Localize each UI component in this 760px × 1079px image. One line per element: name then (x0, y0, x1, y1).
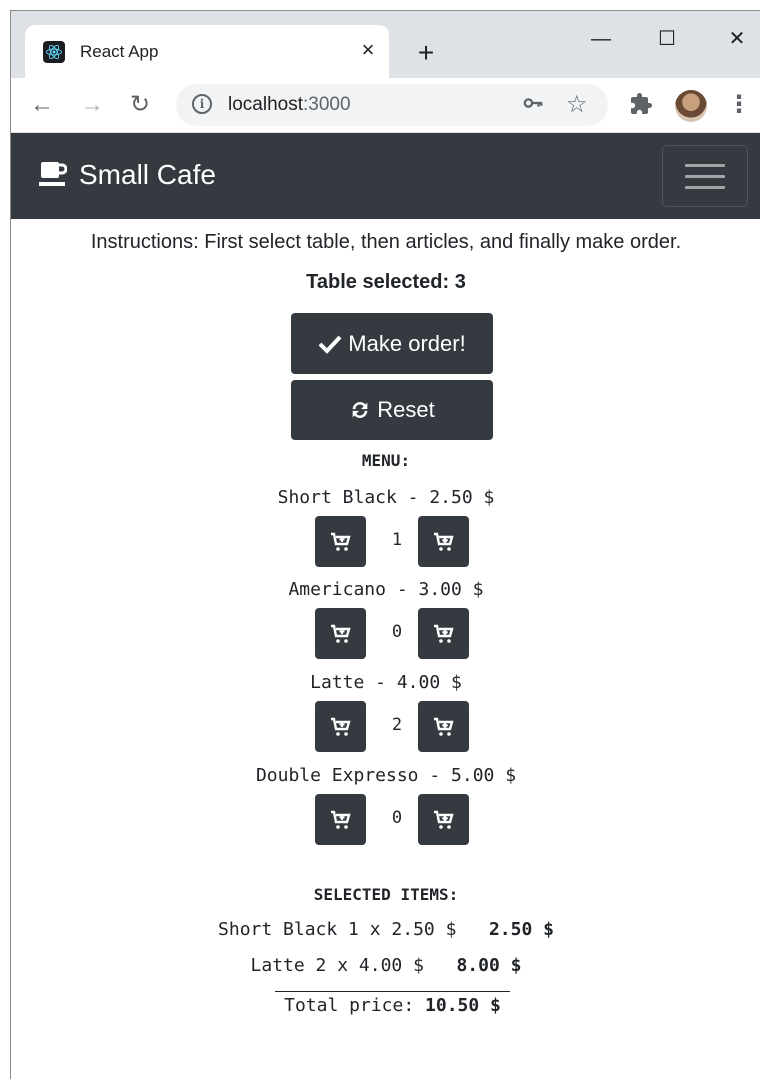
total-price-label: Total price: (284, 995, 415, 1016)
profile-avatar[interactable] (675, 90, 707, 122)
url-text: localhost:3000 (228, 94, 351, 116)
cart-arrow-down-icon (433, 532, 454, 551)
add-to-cart-button[interactable] (315, 608, 366, 659)
cart-plus-icon (330, 624, 351, 643)
window-minimize-button[interactable]: — (587, 27, 615, 51)
selected-item-label: Short Black 1 x 2.50 $ (218, 919, 457, 940)
navbar-brand[interactable]: Small Cafe (39, 157, 216, 193)
back-arrow-icon[interactable]: ← (27, 90, 57, 120)
selected-item-row: Latte 2 x 4.00 $ 8.00 $ (11, 955, 760, 977)
tab-strip: React App × + — ☐ ✕ (11, 11, 760, 79)
navbar-toggler-button[interactable] (662, 145, 748, 207)
key-icon[interactable] (522, 92, 544, 120)
coffee-cup-icon (39, 160, 68, 190)
bookmark-star-icon[interactable]: ☆ (566, 90, 588, 119)
make-order-button[interactable]: Make order! (291, 313, 493, 374)
cart-plus-icon (330, 717, 351, 736)
menu-item-name: Latte - 4.00 $ (310, 672, 462, 693)
reload-icon[interactable]: ↻ (125, 90, 155, 120)
window-close-button[interactable]: ✕ (723, 27, 751, 51)
add-to-cart-button[interactable] (315, 794, 366, 845)
item-quantity: 0 (391, 808, 403, 828)
selected-item-subtotal: 2.50 $ (488, 919, 554, 940)
remove-from-cart-button[interactable] (418, 794, 469, 845)
make-order-label: Make order! (348, 330, 466, 356)
browser-window: React App × + — ☐ ✕ ← → ↻ i localhost:30… (10, 10, 760, 1079)
item-quantity: 0 (391, 622, 403, 642)
site-info-icon[interactable]: i (192, 94, 212, 114)
selected-item-subtotal: 8.00 $ (456, 955, 522, 976)
reset-button[interactable]: Reset (291, 380, 493, 440)
table-selected-label: Table selected: 3 (306, 271, 466, 293)
cart-plus-icon (330, 532, 351, 551)
navbar: Small Cafe (11, 133, 760, 219)
total-price-row: Total price: 10.50 $ (275, 991, 510, 1017)
brand-title: Small Cafe (79, 159, 216, 190)
address-bar[interactable]: i localhost:3000 ☆ (176, 84, 608, 126)
tab-title: React App (80, 42, 159, 61)
cart-plus-icon (330, 810, 351, 829)
extensions-puzzle-icon[interactable] (629, 92, 653, 116)
item-quantity: 2 (391, 715, 403, 735)
window-maximize-button[interactable]: ☐ (653, 27, 681, 51)
url-port: :3000 (303, 94, 351, 115)
menu-item-name: Double Expresso - 5.00 $ (255, 765, 517, 786)
selected-item-label: Latte 2 x 4.00 $ (250, 955, 424, 976)
menu-item-name: Americano - 3.00 $ (288, 579, 484, 600)
cart-arrow-down-icon (433, 624, 454, 643)
reset-label: Reset (377, 397, 435, 422)
menu-item-name: Short Black - 2.50 $ (277, 487, 495, 508)
new-tab-button[interactable]: + (411, 39, 441, 69)
menu-heading: MENU: (361, 451, 411, 470)
selected-item-row: Short Black 1 x 2.50 $ 2.50 $ (11, 919, 760, 941)
forward-arrow-icon[interactable]: → (77, 90, 107, 120)
react-logo-icon (43, 41, 65, 63)
hamburger-menu-icon (685, 164, 725, 167)
remove-from-cart-button[interactable] (418, 701, 469, 752)
sync-icon (349, 399, 371, 421)
browser-tab[interactable]: React App × (25, 25, 389, 79)
url-host: localhost (228, 94, 303, 115)
selected-items-heading: SELECTED ITEMS: (313, 885, 459, 904)
add-to-cart-button[interactable] (315, 701, 366, 752)
remove-from-cart-button[interactable] (418, 516, 469, 567)
add-to-cart-button[interactable] (315, 516, 366, 567)
remove-from-cart-button[interactable] (418, 608, 469, 659)
cart-arrow-down-icon (433, 717, 454, 736)
cart-arrow-down-icon (433, 810, 454, 829)
total-price-value: 10.50 $ (425, 995, 501, 1016)
instructions-text: Instructions: First select table, then a… (90, 231, 682, 253)
browser-menu-icon[interactable]: ⋮ (727, 90, 751, 120)
item-quantity: 1 (391, 530, 403, 550)
check-icon (318, 334, 342, 354)
tab-close-icon[interactable]: × (355, 37, 381, 63)
browser-toolbar: ← → ↻ i localhost:3000 ☆ ⋮ (11, 78, 760, 133)
